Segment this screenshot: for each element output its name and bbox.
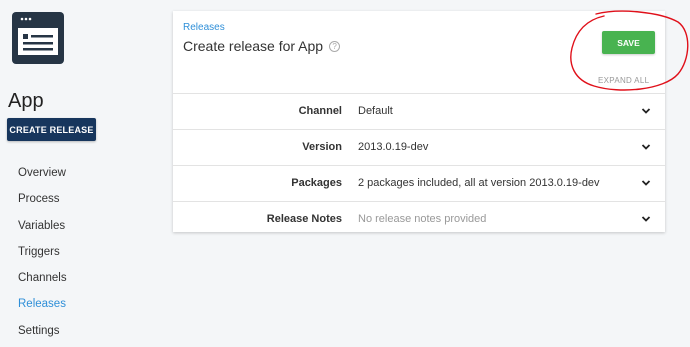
chevron-down-icon[interactable] — [641, 178, 651, 188]
sidebar-item-process[interactable]: Process — [18, 189, 67, 215]
chevron-down-icon[interactable] — [641, 142, 651, 152]
row-value: Default — [358, 105, 393, 117]
sidebar-nav: Overview Process Variables Triggers Chan… — [18, 163, 67, 347]
row-label: Release Notes — [266, 213, 342, 225]
row-label: Channel — [298, 105, 342, 117]
app-logo-icon — [12, 12, 64, 64]
card-header: Releases Create release for App? SAVE EX… — [173, 11, 665, 93]
sidebar-item-settings[interactable]: Settings — [18, 321, 67, 347]
row-value: 2013.0.19-dev — [358, 141, 429, 153]
row-value: No release notes provided — [358, 213, 487, 225]
row-value: 2 packages included, all at version 2013… — [358, 177, 600, 189]
app-title: App — [8, 90, 44, 112]
sidebar-item-triggers[interactable]: Triggers — [18, 242, 67, 268]
channel-row[interactable]: Channel Default — [173, 93, 665, 129]
save-button[interactable]: SAVE — [602, 31, 655, 54]
create-release-card: Releases Create release for App? SAVE EX… — [173, 11, 665, 232]
sidebar-item-channels[interactable]: Channels — [18, 268, 67, 294]
release-notes-row[interactable]: Release Notes No release notes provided — [173, 201, 665, 237]
create-release-button[interactable]: CREATE RELEASE — [7, 118, 96, 141]
page-title: Create release for App? — [183, 38, 341, 54]
row-label: Version — [302, 141, 342, 153]
sidebar-item-releases[interactable]: Releases — [18, 294, 67, 320]
breadcrumb-releases[interactable]: Releases — [183, 22, 225, 33]
chevron-down-icon[interactable] — [641, 106, 651, 116]
expand-all-link[interactable]: EXPAND ALL — [598, 76, 649, 85]
sidebar-item-overview[interactable]: Overview — [18, 163, 67, 189]
release-fields: Channel Default Version 2013.0.19-dev Pa… — [173, 93, 665, 237]
chevron-down-icon[interactable] — [641, 214, 651, 224]
row-label: Packages — [291, 177, 342, 189]
sidebar-item-variables[interactable]: Variables — [18, 216, 67, 242]
packages-row[interactable]: Packages 2 packages included, all at ver… — [173, 165, 665, 201]
page-title-text: Create release for App — [183, 38, 324, 54]
help-icon[interactable]: ? — [329, 41, 341, 52]
version-row[interactable]: Version 2013.0.19-dev — [173, 129, 665, 165]
sidebar: App CREATE RELEASE Overview Process Vari… — [0, 0, 165, 340]
